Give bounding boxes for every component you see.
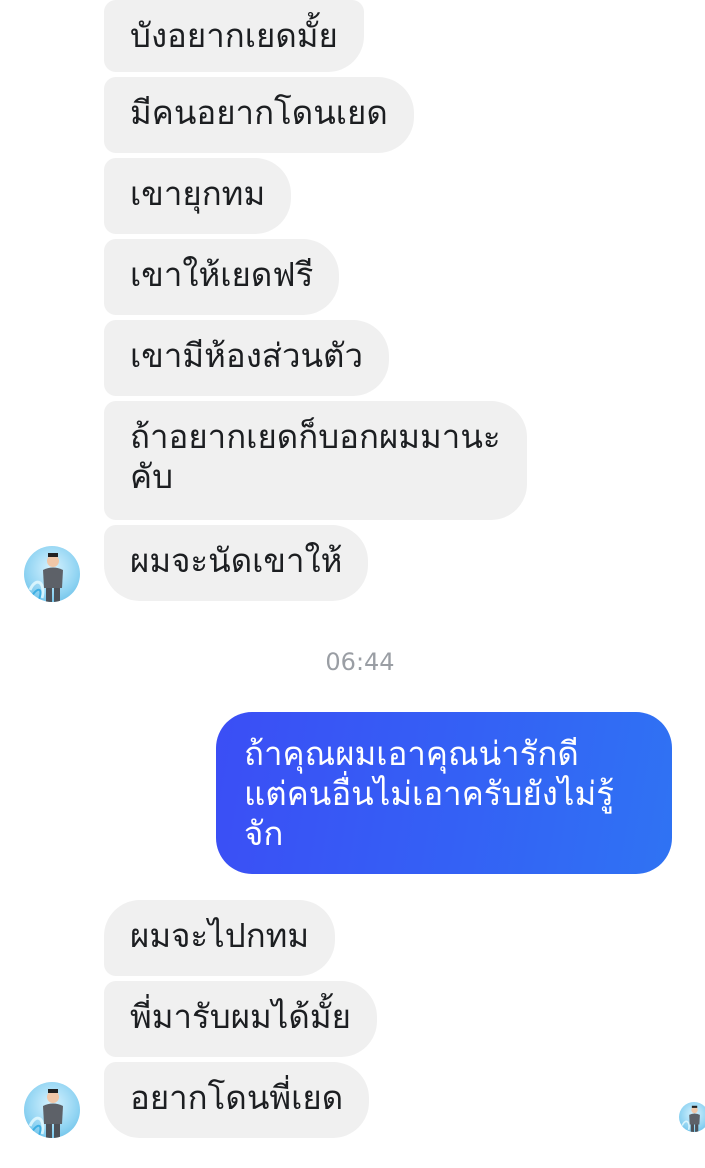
person-avatar-icon bbox=[28, 553, 63, 602]
message-timestamp: 06:44 bbox=[325, 648, 395, 676]
message-bubble-incoming[interactable]: เขามีห้องส่วนตัว bbox=[104, 320, 389, 396]
message-bubble-incoming[interactable]: ผมจะนัดเขาให้ bbox=[104, 525, 369, 601]
read-receipt bbox=[679, 1102, 705, 1132]
person-avatar-icon bbox=[28, 1089, 63, 1138]
message-bubble-incoming[interactable]: อยากโดนพี่เยด bbox=[104, 1062, 370, 1138]
message-bubble-incoming[interactable]: พี่มารับผมได้มั้ย bbox=[104, 981, 377, 1057]
contact-avatar[interactable] bbox=[24, 546, 80, 602]
message-bubble-incoming[interactable]: เขาให้เยดฟรี bbox=[104, 239, 340, 315]
message-bubble-incoming[interactable]: บังอยากเยดมั้ย bbox=[104, 0, 364, 72]
message-bubble-incoming[interactable]: ถ้าอยากเยดก็บอกผมมานะ คับ bbox=[104, 401, 527, 520]
contact-avatar[interactable] bbox=[24, 1082, 80, 1138]
message-bubble-incoming[interactable]: มีคนอยากโดนเยด bbox=[104, 77, 414, 153]
message-bubble-incoming[interactable]: ผมจะไปกทม bbox=[104, 900, 336, 976]
read-receipt-avatar-icon bbox=[681, 1105, 700, 1132]
message-bubble-incoming[interactable]: เขายุกทม bbox=[104, 158, 292, 234]
message-bubble-outgoing[interactable]: ถ้าคุณผมเอาคุณน่ารักดี แต่คนอื่นไม่เอาคร… bbox=[216, 712, 672, 874]
